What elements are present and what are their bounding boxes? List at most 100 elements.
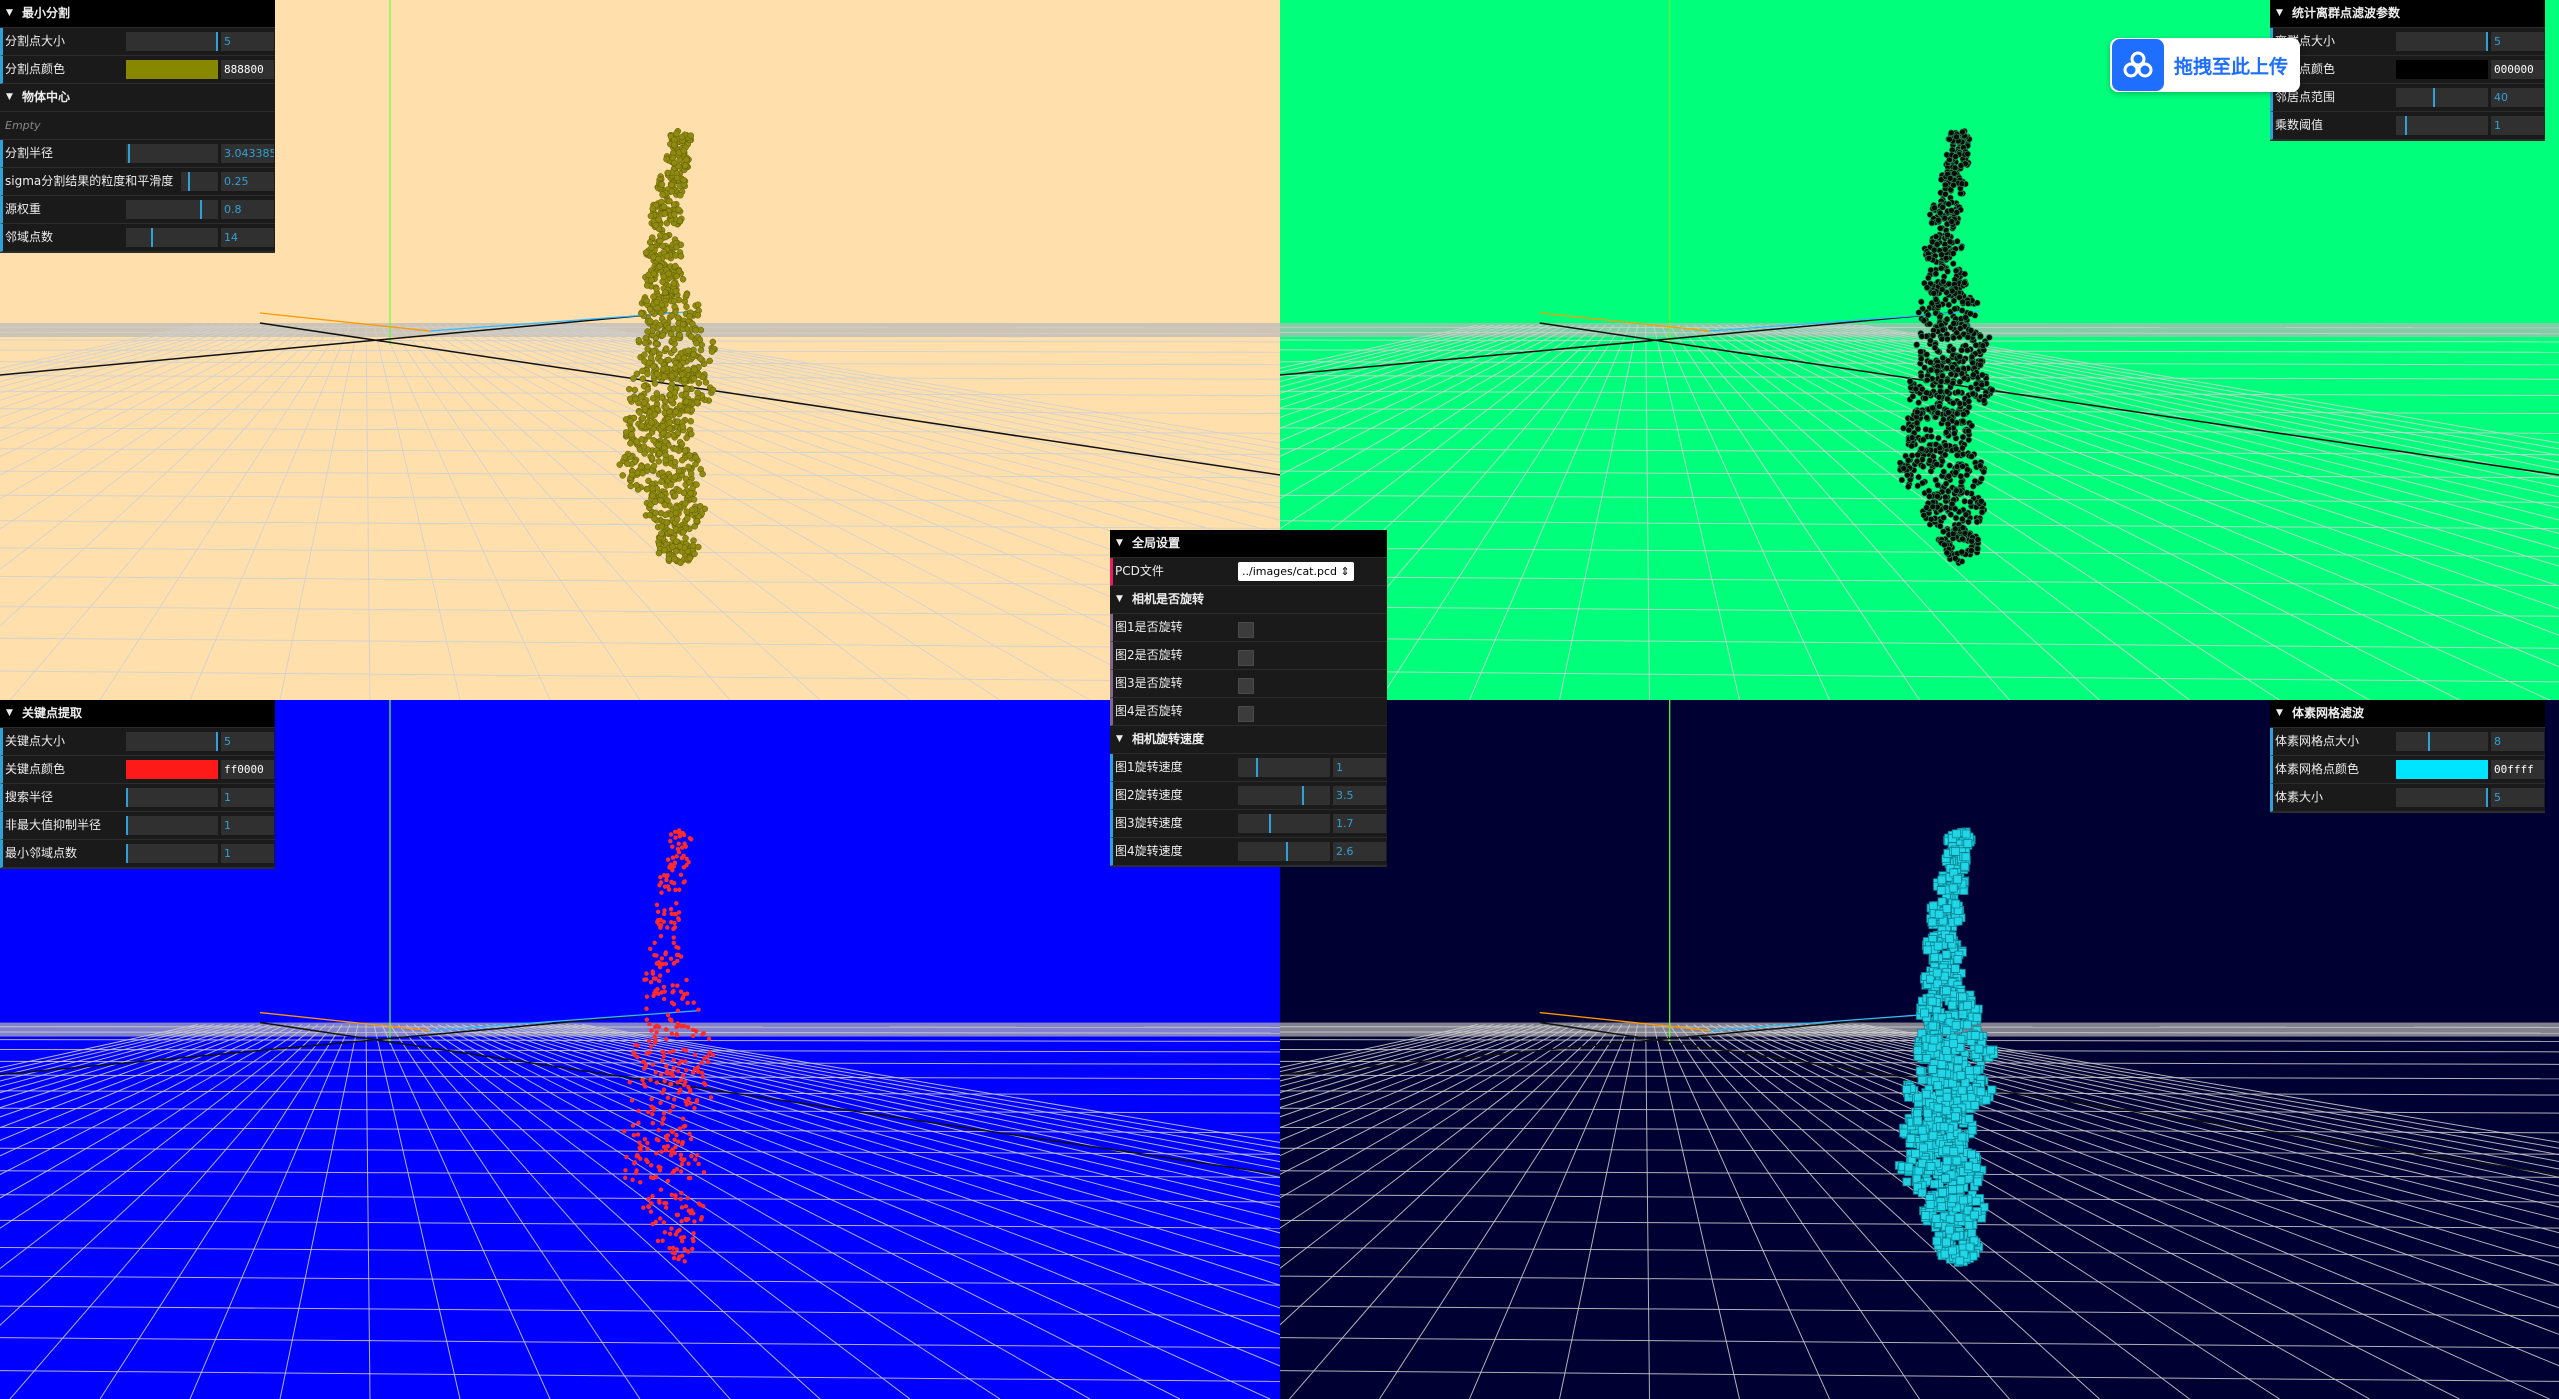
keypoint-color-row: 关键点颜色 ff0000 (0, 756, 275, 784)
voxel-color-swatch[interactable] (2396, 760, 2488, 779)
keypoint-size-input[interactable]: 5 (221, 732, 274, 751)
global-settings-folder[interactable]: ▼ 全局设置 (1110, 530, 1387, 558)
control-label: 乘数阈值 (2275, 118, 2324, 132)
speed1-input[interactable]: 1 (1333, 758, 1386, 777)
radius-slider[interactable] (126, 144, 218, 163)
speed3-slider[interactable] (1238, 814, 1330, 833)
min-cut-panel: ▼ 最小分割 分割点大小 5 分割点颜色 888800 ▼ 物体中心 Empty 分… (0, 0, 275, 253)
voxel-grid-size-input[interactable]: 8 (2491, 732, 2544, 751)
rotate1-row: 图1是否旋转 (1110, 614, 1387, 642)
rotate1-checkbox[interactable] (1238, 622, 1254, 638)
pcd-file-value: ../images/cat.pcd (1242, 565, 1338, 578)
point-color-input[interactable]: 888800 (221, 60, 274, 79)
control-label: 图1旋转速度 (1115, 760, 1183, 774)
empty-folder-text: Empty (0, 112, 275, 140)
point-color-swatch[interactable] (126, 60, 218, 79)
control-label: 体素网格点大小 (2275, 734, 2360, 748)
search-radius-slider[interactable] (126, 788, 218, 807)
speed2-row: 图2旋转速度 3.5 (1110, 782, 1387, 810)
min-neighbors-slider[interactable] (126, 844, 218, 863)
nms-radius-input[interactable]: 1 (221, 816, 274, 835)
voxel-panel: ▼ 体素网格滤波 体素网格点大小 8 体素网格点颜色 00ffff 体素大小 5 (2270, 700, 2545, 813)
voxel-grid-size-slider[interactable] (2396, 732, 2488, 751)
control-label: 图4是否旋转 (1115, 704, 1183, 718)
outlier-size-slider[interactable] (2396, 32, 2488, 51)
speed1-slider[interactable] (1238, 758, 1330, 777)
min-neighbors-input[interactable]: 1 (221, 844, 274, 863)
voxel-folder[interactable]: ▼ 体素网格滤波 (2270, 700, 2545, 728)
multiplier-slider[interactable] (2396, 116, 2488, 135)
voxel-color-input[interactable]: 00ffff (2491, 760, 2544, 779)
control-label: 体素大小 (2275, 790, 2324, 804)
outlier-size-input[interactable]: 5 (2491, 32, 2544, 51)
point-size-slider[interactable] (126, 32, 218, 51)
nms-radius-slider[interactable] (126, 816, 218, 835)
multiplier-input[interactable]: 1 (2491, 116, 2544, 135)
keypoints-folder[interactable]: ▼ 关键点提取 (0, 700, 275, 728)
rotate4-row: 图4是否旋转 (1110, 698, 1387, 726)
control-label: 源权重 (5, 202, 42, 216)
sigma-slider[interactable] (181, 172, 218, 191)
sigma-input[interactable]: 0.25 (221, 172, 274, 191)
speed2-slider[interactable] (1238, 786, 1330, 805)
point-size-input[interactable]: 5 (221, 32, 274, 51)
speed4-input[interactable]: 2.6 (1333, 842, 1386, 861)
cloud-upload-icon (2112, 39, 2164, 91)
control-label: 体素网格点颜色 (2275, 762, 2360, 776)
keypoint-size-slider[interactable] (126, 732, 218, 751)
keypoint-size-row: 关键点大小 5 (0, 728, 275, 756)
speed3-input[interactable]: 1.7 (1333, 814, 1386, 833)
camera-speed-folder[interactable]: ▼ 相机旋转速度 (1110, 726, 1387, 754)
chevron-down-icon: ▼ (1116, 594, 1123, 604)
control-label: 非最大值抑制半径 (5, 818, 102, 832)
rotate2-checkbox[interactable] (1238, 650, 1254, 666)
control-label: 图2是否旋转 (1115, 648, 1183, 662)
speed1-row: 图1旋转速度 1 (1110, 754, 1387, 782)
radius-input[interactable]: 3.0433856 (221, 144, 274, 163)
voxel-size-input[interactable]: 5 (2491, 788, 2544, 807)
object-center-folder[interactable]: ▼ 物体中心 (0, 84, 275, 112)
folder-title: 相机旋转速度 (1132, 732, 1205, 746)
min-cut-neighbors-row: 邻域点数 14 (0, 224, 275, 252)
neighbor-range-input[interactable]: 40 (2491, 88, 2544, 107)
chevron-down-icon: ▼ (6, 8, 13, 18)
chevron-down-icon: ▼ (6, 92, 13, 102)
rotate3-row: 图3是否旋转 (1110, 670, 1387, 698)
folder-title: 物体中心 (22, 90, 71, 104)
folder-title: 体素网格滤波 (2292, 706, 2365, 720)
min-cut-folder[interactable]: ▼ 最小分割 (0, 0, 275, 28)
source-weight-input[interactable]: 0.8 (221, 200, 274, 219)
neighbors-input[interactable]: 14 (221, 228, 274, 247)
sor-neighbor-range-row: 邻居点范围 40 (2270, 84, 2545, 112)
pcd-file-select[interactable]: ../images/cat.pcd ⇕ (1238, 562, 1354, 581)
keypoint-color-swatch[interactable] (126, 760, 218, 779)
camera-rotate-folder[interactable]: ▼ 相机是否旋转 (1110, 586, 1387, 614)
speed4-slider[interactable] (1238, 842, 1330, 861)
neighbors-slider[interactable] (126, 228, 218, 247)
keypoint-color-input[interactable]: ff0000 (221, 760, 274, 779)
control-label: 搜索半径 (5, 790, 54, 804)
sor-folder[interactable]: ▼ 统计离群点滤波参数 (2270, 0, 2545, 28)
sor-multiplier-row: 乘数阈值 1 (2270, 112, 2545, 140)
speed3-row: 图3旋转速度 1.7 (1110, 810, 1387, 838)
min-cut-point-color-row: 分割点颜色 888800 (0, 56, 275, 84)
min-neighbors-row: 最小邻域点数 1 (0, 840, 275, 868)
source-weight-slider[interactable] (126, 200, 218, 219)
rotate3-checkbox[interactable] (1238, 678, 1254, 694)
outlier-color-swatch[interactable] (2396, 60, 2488, 79)
neighbor-range-slider[interactable] (2396, 88, 2488, 107)
chevron-down-icon: ▼ (1116, 734, 1123, 744)
voxel-size-slider[interactable] (2396, 788, 2488, 807)
min-cut-sigma-row: sigma分割结果的粒度和平滑度 0.25 (0, 168, 275, 196)
outlier-color-input[interactable]: 000000 (2491, 60, 2544, 79)
speed4-row: 图4旋转速度 2.6 (1110, 838, 1387, 866)
rotate4-checkbox[interactable] (1238, 706, 1254, 722)
control-label: sigma分割结果的粒度和平滑度 (5, 174, 174, 188)
keypoints-panel: ▼ 关键点提取 关键点大小 5 关键点颜色 ff0000 搜索半径 1 非最大值抑… (0, 700, 275, 869)
control-label: 最小邻域点数 (5, 846, 78, 860)
pcd-file-row: PCD文件 ../images/cat.pcd ⇕ (1110, 558, 1387, 586)
folder-title: 全局设置 (1132, 536, 1181, 550)
upload-dropzone[interactable]: 拖拽至此上传 (2110, 38, 2300, 92)
speed2-input[interactable]: 3.5 (1333, 786, 1386, 805)
search-radius-input[interactable]: 1 (221, 788, 274, 807)
